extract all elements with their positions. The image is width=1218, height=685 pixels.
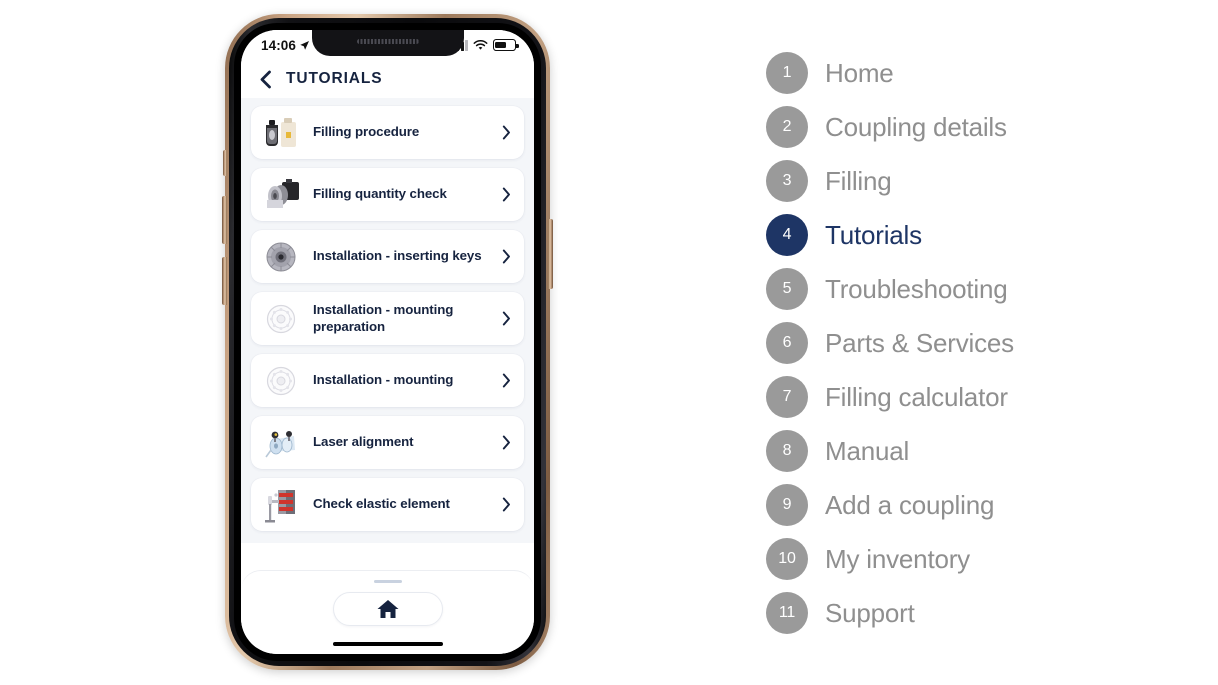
menu-item-number: 2 [766,106,808,148]
chevron-right-icon [502,249,510,264]
status-time: 14:06 [261,37,297,53]
tutorial-item-installation-mounting[interactable]: Installation - mounting [251,354,524,407]
coupling-motor-photo [261,176,303,214]
back-chevron-icon[interactable] [259,70,272,89]
chevron-right-icon [502,311,510,326]
tutorial-item-check-elastic-element[interactable]: Check elastic element [251,478,524,531]
menu-item-add-a-coupling[interactable]: 9 Add a coupling [766,478,1186,532]
phone-mockup: 14:06 TUTORIALS Filling procedure Fillin… [222,14,553,670]
chevron-right-icon [502,435,510,450]
menu-item-filling-calculator[interactable]: 7 Filling calculator [766,370,1186,424]
phone-screen: 14:06 TUTORIALS Filling procedure Fillin… [241,30,534,654]
tutorial-item-label: Filling quantity check [313,186,447,202]
home-indicator [332,641,443,646]
coupling-disc-photo [261,238,303,276]
bottom-navigation-bar [241,570,534,654]
menu-item-support[interactable]: 11 Support [766,586,1186,640]
menu-item-filling[interactable]: 3 Filling [766,154,1186,208]
menu-item-label: Home [825,57,894,88]
mute-switch[interactable] [223,150,227,176]
earpiece-speaker [356,39,419,44]
menu-item-number: 8 [766,430,808,472]
tutorials-list[interactable]: Filling procedure Filling quantity check… [241,98,534,543]
coupling-outline-photo [261,300,303,338]
menu-item-label: My inventory [825,543,970,574]
tutorial-item-label: Installation - mounting [313,372,454,388]
menu-item-number: 5 [766,268,808,310]
tutorial-item-filling-procedure[interactable]: Filling procedure [251,106,524,159]
home-icon [377,600,398,618]
menu-item-number: 7 [766,376,808,418]
menu-item-number: 11 [766,592,808,634]
menu-item-home[interactable]: 1 Home [766,46,1186,100]
menu-item-label: Parts & Services [825,327,1014,358]
menu-item-troubleshooting[interactable]: 5 Troubleshooting [766,262,1186,316]
page-title: TUTORIALS [286,70,383,87]
tutorial-item-label: Laser alignment [313,434,414,450]
volume-down-button[interactable] [222,257,227,305]
menu-item-label: Filling calculator [825,381,1008,412]
menu-item-label: Support [825,597,915,628]
chevron-right-icon [502,373,510,388]
wifi-icon [473,39,488,50]
menu-item-label: Coupling details [825,111,1007,142]
elastic-element-gauge-photo [261,486,303,524]
menu-item-parts-and-services[interactable]: 6 Parts & Services [766,316,1186,370]
tutorial-item-filling-quantity-check[interactable]: Filling quantity check [251,168,524,221]
menu-item-label: Tutorials [825,219,922,250]
chevron-right-icon [502,125,510,140]
menu-item-number: 1 [766,52,808,94]
tutorial-item-label: Check elastic element [313,496,450,512]
location-arrow-icon [300,40,310,50]
numbered-menu-list: 1 Home 2 Coupling details 3 Filling 4 Tu… [766,46,1186,640]
coupling-oil-bottle-photo [261,114,303,152]
coupling-outline-photo [261,362,303,400]
menu-item-manual[interactable]: 8 Manual [766,424,1186,478]
menu-item-coupling-details[interactable]: 2 Coupling details [766,100,1186,154]
home-button[interactable] [332,592,443,626]
drag-handle[interactable] [373,580,402,583]
phone-notch [311,30,464,56]
laser-alignment-photo [261,424,303,462]
app-header: TUTORIALS [241,60,534,98]
menu-item-number: 6 [766,322,808,364]
menu-item-number: 4 [766,214,808,256]
status-time-group: 14:06 [261,38,310,53]
battery-icon [493,39,519,51]
tutorial-item-installation-mounting-preparation[interactable]: Installation - mounting preparation [251,292,524,345]
menu-item-tutorials[interactable]: 4 Tutorials [766,208,1186,262]
menu-item-label: Add a coupling [825,489,995,520]
power-button[interactable] [548,219,553,289]
tutorial-item-label: Filling procedure [313,124,420,140]
menu-item-my-inventory[interactable]: 10 My inventory [766,532,1186,586]
tutorial-item-laser-alignment[interactable]: Laser alignment [251,416,524,469]
tutorial-item-installation-inserting-keys[interactable]: Installation - inserting keys [251,230,524,283]
chevron-right-icon [502,497,510,512]
menu-item-label: Troubleshooting [825,273,1008,304]
menu-item-label: Filling [825,165,892,196]
tutorial-item-label: Installation - mounting preparation [313,301,454,334]
volume-up-button[interactable] [222,196,227,244]
menu-item-number: 10 [766,538,808,580]
menu-item-number: 9 [766,484,808,526]
menu-item-number: 3 [766,160,808,202]
chevron-right-icon [502,187,510,202]
tutorial-item-label: Installation - inserting keys [313,248,482,264]
menu-item-label: Manual [825,435,910,466]
